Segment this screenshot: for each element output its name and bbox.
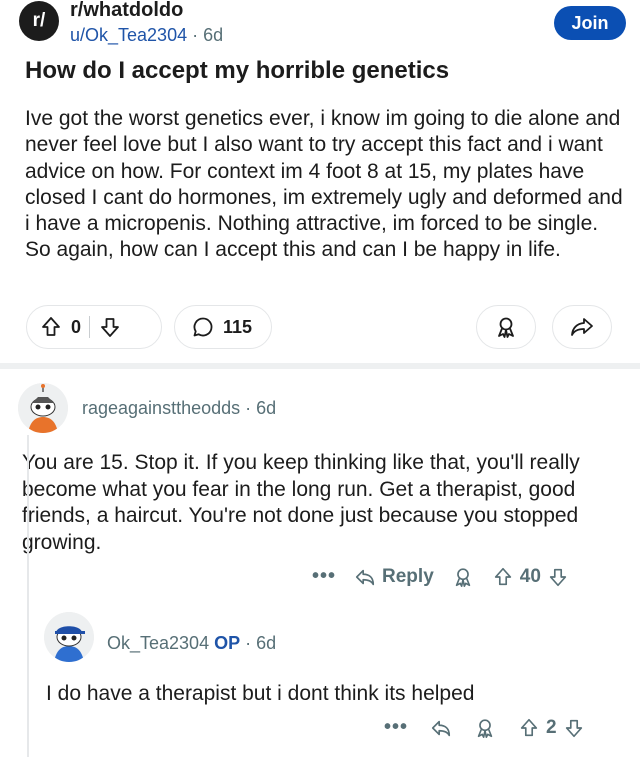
comment-vote-control: 40 [492,566,569,588]
thread-line[interactable] [27,435,29,757]
reply-icon[interactable] [430,717,452,739]
post-author[interactable]: u/Ok_Tea2304 [70,25,187,45]
upvote-icon[interactable] [39,315,63,339]
comment-age: 6d [256,633,277,653]
downvote-icon[interactable] [98,315,122,339]
upvote-icon[interactable] [518,717,540,739]
comment-meta: rageagainsttheodds · 6d [82,398,276,419]
section-divider [0,363,640,369]
op-badge: OP [214,633,241,653]
snoo-avatar-icon [18,383,68,433]
comment-vote-control: 2 [518,717,585,739]
snoo-avatar-icon [44,612,94,662]
vote-divider [89,316,91,338]
meta-separator: · [245,398,257,418]
comment-actions: ••• 2 [384,716,585,739]
vote-count: 0 [71,316,82,337]
post-meta: u/Ok_Tea2304 · 6d [70,25,223,46]
share-button[interactable] [552,305,612,349]
subreddit-name[interactable]: r/whatdoldo [70,0,183,22]
reply-label: Reply [382,565,434,587]
award-button[interactable] [476,305,536,349]
share-icon [569,315,595,339]
more-icon[interactable]: ••• [384,716,408,739]
comment-meta: Ok_Tea2304 OP · 6d [107,633,276,654]
avatar[interactable] [44,612,94,662]
more-icon[interactable]: ••• [312,565,336,588]
comment-count: 115 [223,316,253,337]
award-icon[interactable] [474,717,496,739]
join-button[interactable]: Join [554,6,626,40]
post-age: 6d [203,25,224,45]
comment-vote-count: 2 [546,716,557,738]
avatar[interactable] [18,383,68,433]
comment-author[interactable]: Ok_Tea2304 [107,633,209,653]
award-icon [494,315,518,339]
vote-control: 0 [26,305,162,349]
reply-button[interactable]: Reply [354,566,434,588]
comment-actions: ••• Reply 40 [312,565,569,588]
comment-age: 6d [256,398,277,418]
award-icon[interactable] [452,566,474,588]
post-title: How do I accept my horrible genetics [25,57,450,84]
meta-separator: · [245,633,257,653]
reply-icon [355,569,375,585]
downvote-icon[interactable] [547,566,569,588]
subreddit-icon[interactable]: r/ [19,1,59,41]
post-body: Ive got the worst genetics ever, i know … [25,107,623,262]
meta-separator: · [192,25,204,45]
comment-text: You are 15. Stop it. If you keep thinkin… [22,451,580,554]
comment-author[interactable]: rageagainsttheodds [82,398,240,418]
downvote-icon[interactable] [563,717,585,739]
comment-icon [191,315,215,339]
comment-text: I do have a therapist but i dont think i… [46,682,475,705]
comments-button[interactable]: 115 [174,305,272,349]
comment-vote-count: 40 [519,565,541,587]
upvote-icon[interactable] [492,566,514,588]
